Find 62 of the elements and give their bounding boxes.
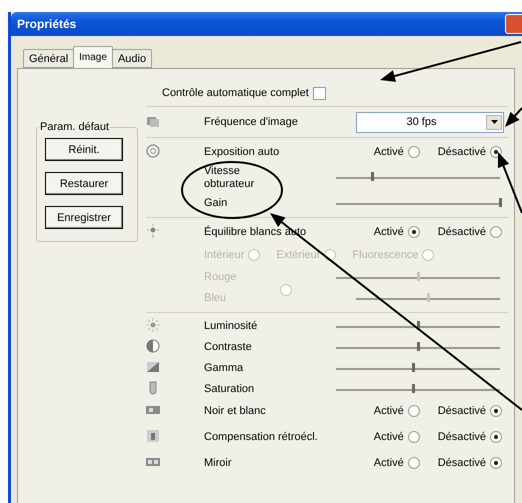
setting-label: Contraste bbox=[204, 341, 253, 354]
backlight-icon bbox=[146, 428, 160, 442]
slider-thumb[interactable] bbox=[499, 198, 502, 206]
action-button[interactable]: Enregistrer bbox=[45, 206, 123, 229]
dropdown-field[interactable]: 30 fps bbox=[356, 112, 504, 132]
setting-label: Vitesse obturateur bbox=[204, 165, 256, 191]
setting-label: Gamma bbox=[204, 362, 244, 375]
radio-button[interactable] bbox=[490, 457, 502, 469]
radio-button[interactable] bbox=[408, 431, 420, 443]
contrast-icon bbox=[146, 339, 160, 353]
radio-button[interactable] bbox=[490, 405, 502, 417]
checkbox[interactable] bbox=[312, 86, 326, 100]
option-label: Activé bbox=[374, 226, 404, 238]
window-title: Propriétés bbox=[17, 17, 76, 31]
tab[interactable]: Audio bbox=[112, 49, 152, 68]
setting-label: Bleu bbox=[204, 292, 228, 305]
option-label: Activé bbox=[374, 431, 404, 443]
radio-button[interactable] bbox=[490, 146, 502, 158]
setting-label: Compensation rétroécl. bbox=[204, 430, 319, 444]
option-label: Fluorescence bbox=[352, 249, 418, 261]
radio-button[interactable] bbox=[490, 226, 502, 238]
dropdown-button[interactable] bbox=[486, 114, 502, 130]
setting-label: Fréquence d'image bbox=[204, 116, 299, 128]
setting-label: Rouge bbox=[204, 271, 238, 284]
setting-label: Noir et blanc bbox=[204, 404, 267, 418]
option-label: Activé bbox=[374, 146, 404, 158]
option-label: Désactivé bbox=[438, 226, 486, 238]
action-button[interactable]: Réinit. bbox=[45, 138, 123, 161]
radio-button[interactable] bbox=[490, 431, 502, 443]
option-label: Désactivé bbox=[438, 457, 486, 469]
option-label: Extérieur bbox=[276, 249, 320, 261]
slider-thumb[interactable] bbox=[417, 320, 420, 330]
slider-thumb[interactable] bbox=[412, 384, 416, 392]
tab[interactable]: Général bbox=[23, 49, 74, 68]
setting-label: Saturation bbox=[204, 383, 256, 396]
radio-button[interactable] bbox=[408, 405, 420, 417]
gamma-icon bbox=[146, 360, 160, 374]
option-label: Désactivé bbox=[438, 146, 486, 158]
tab[interactable]: Image bbox=[73, 46, 113, 68]
setting-label: Miroir bbox=[204, 456, 232, 470]
slider-thumb[interactable] bbox=[412, 362, 416, 372]
annotation-arrow bbox=[505, 107, 522, 127]
close-button[interactable] bbox=[505, 14, 522, 34]
caret-icon bbox=[490, 120, 498, 124]
aperture-icon bbox=[146, 144, 160, 158]
option-label: Désactivé bbox=[438, 405, 486, 417]
option-label: Activé bbox=[374, 405, 404, 417]
slider-thumb[interactable] bbox=[417, 342, 420, 350]
radio-button[interactable] bbox=[408, 146, 420, 158]
setting-label: Luminosité bbox=[204, 320, 258, 333]
checkbox-label: Contrôle automatique complet bbox=[162, 86, 309, 100]
radio-button[interactable] bbox=[408, 457, 420, 469]
setting-label: Exposition auto bbox=[204, 146, 280, 158]
option-label: Intérieur bbox=[204, 249, 244, 261]
sun-icon bbox=[146, 318, 160, 332]
action-button[interactable]: Restaurer bbox=[45, 172, 123, 195]
option-label: Activé bbox=[374, 457, 404, 469]
group-title: Param. défaut bbox=[39, 121, 110, 133]
slider-thumb[interactable] bbox=[371, 172, 374, 181]
radio-button[interactable] bbox=[408, 226, 420, 238]
setting-label: Gain bbox=[204, 197, 228, 210]
option-label: Désactivé bbox=[438, 431, 486, 443]
